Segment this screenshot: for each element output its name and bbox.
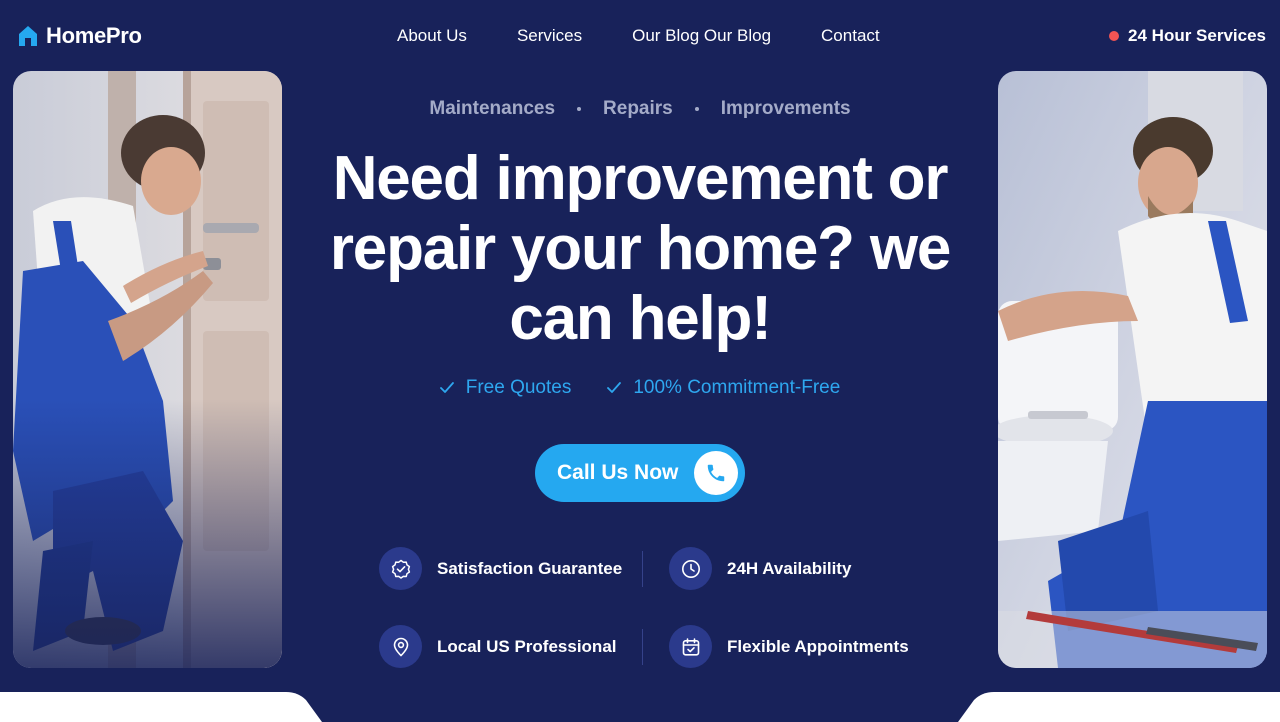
category-repairs: Repairs — [603, 98, 673, 119]
check-label: Free Quotes — [465, 377, 572, 398]
check-commitment-free: 100% Commitment-Free — [607, 376, 840, 400]
nav-our-blog[interactable]: Our Blog Our Blog — [632, 25, 771, 47]
technician-door-photo — [13, 71, 282, 668]
hero-title: Need improvement or repair your home? we… — [329, 144, 951, 353]
feature-flexible-appointments: Flexible Appointments — [669, 625, 909, 668]
nav-contact[interactable]: Contact — [821, 25, 880, 47]
map-pin-icon — [379, 625, 422, 668]
site-header: HomePro About Us Services Our Blog Our B… — [0, 0, 1280, 72]
check-label: 100% Commitment-Free — [633, 377, 841, 398]
nav-services[interactable]: Services — [517, 25, 582, 47]
status-dot-icon — [1109, 31, 1120, 41]
separator-dot — [694, 107, 699, 111]
section-divider-shape — [0, 692, 1280, 722]
cta-label: Call Us Now — [557, 461, 679, 484]
feature-satisfaction-guarantee: Satisfaction Guarantee — [379, 547, 622, 590]
24-hour-services-label: 24 Hour Services — [1128, 26, 1266, 45]
feature-local-us-professional: Local US Professional — [379, 625, 617, 668]
service-categories: Maintenances Repairs Improvements — [0, 97, 1280, 121]
badge-check-icon — [379, 547, 422, 590]
features-grid: Satisfaction Guarantee 24H Availability … — [379, 547, 939, 668]
nav-about-us[interactable]: About Us — [397, 25, 467, 47]
category-improvements: Improvements — [720, 98, 851, 119]
feature-divider — [642, 629, 643, 665]
phone-icon — [694, 451, 738, 495]
logo[interactable]: HomePro — [18, 22, 142, 50]
feature-divider — [642, 551, 643, 587]
feature-label: Flexible Appointments — [727, 636, 909, 656]
main-nav: About Us Services Our Blog Our Blog Cont… — [397, 25, 880, 47]
call-us-now-button[interactable]: Call Us Now — [535, 444, 745, 502]
feature-label: Satisfaction Guarantee — [437, 558, 623, 578]
24-hour-services-link[interactable]: 24 Hour Services — [1109, 25, 1266, 47]
house-logo-icon — [19, 26, 37, 46]
checkmark-icon — [439, 382, 454, 393]
calendar-check-icon — [669, 625, 712, 668]
check-free-quotes: Free Quotes — [439, 376, 572, 400]
feature-24h-availability: 24H Availability — [669, 547, 851, 590]
plumber-toilet-photo — [998, 71, 1267, 668]
feature-label: Local US Professional — [437, 636, 617, 656]
feature-label: 24H Availability — [727, 558, 852, 578]
benefit-checks: Free Quotes 100% Commitment-Free — [0, 376, 1280, 400]
clock-icon — [669, 547, 712, 590]
brand-name: HomePro — [46, 23, 142, 48]
separator-dot — [577, 107, 582, 111]
category-maintenances: Maintenances — [429, 98, 556, 119]
checkmark-icon — [607, 382, 622, 393]
